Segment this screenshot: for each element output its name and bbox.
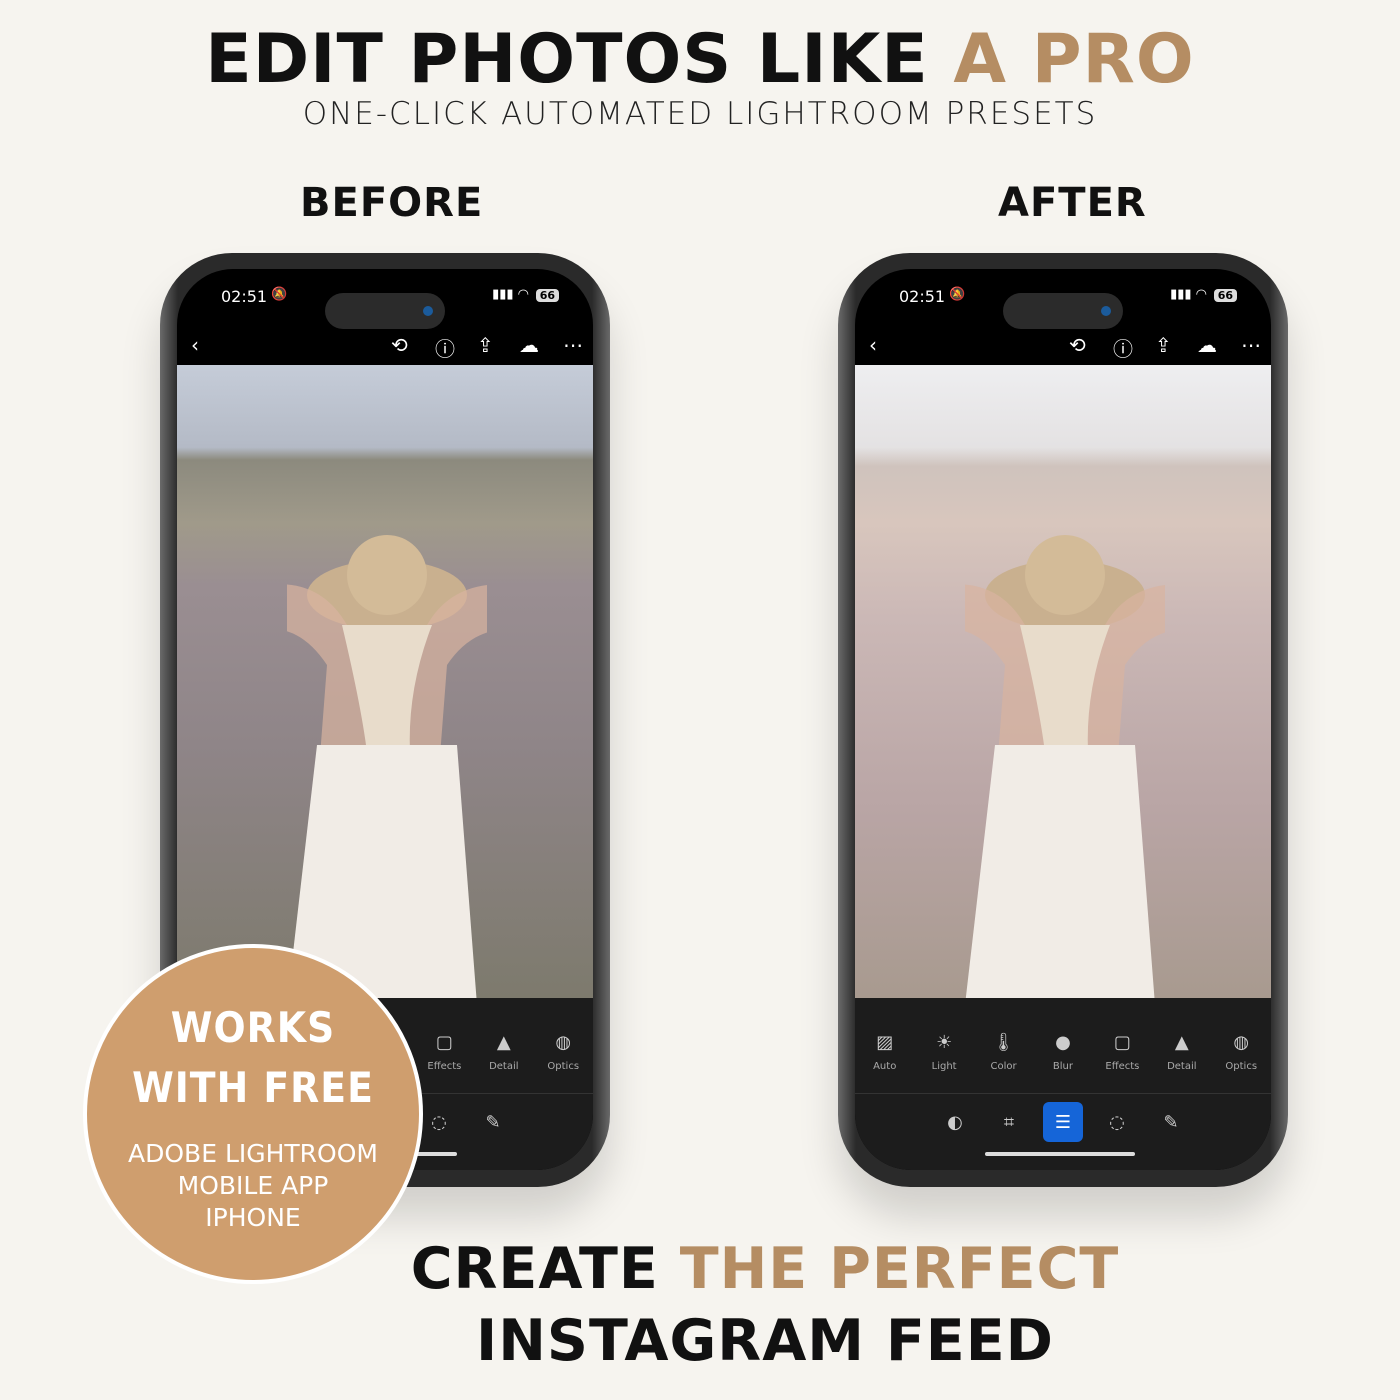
tool-optics[interactable]: ◍ Optics bbox=[1212, 1024, 1271, 1093]
tool-label: Optics bbox=[547, 1061, 580, 1072]
camera-icon bbox=[423, 306, 433, 316]
badge-line-5: IPHONE bbox=[205, 1203, 301, 1232]
signal-wifi-icon: ▮▮▮ ◠ bbox=[492, 287, 529, 302]
cloud-sync-icon[interactable]: ☁ bbox=[519, 333, 539, 357]
footer-text: CREATE bbox=[410, 1236, 680, 1302]
effects-icon: ▢ bbox=[1113, 1032, 1131, 1053]
masking-icon[interactable]: ◌ bbox=[1097, 1102, 1137, 1142]
badge-line-4: MOBILE APP bbox=[177, 1171, 329, 1200]
tool-label: Effects bbox=[1105, 1061, 1140, 1072]
tool-optics[interactable]: ◍ Optics bbox=[534, 1024, 593, 1093]
lightroom-toolbar: ‹ ⟲ ⓘ ⇪ ☁ ⋯ bbox=[855, 331, 1271, 367]
battery-indicator: 66 bbox=[1213, 289, 1237, 302]
sun-icon: ☀ bbox=[936, 1032, 953, 1053]
subtitle: ONE-CLICK AUTOMATED LIGHTROOM PRESETS bbox=[302, 96, 1098, 132]
effects-icon: ▢ bbox=[435, 1032, 453, 1053]
photo-preview bbox=[855, 365, 1271, 1005]
help-icon[interactable]: ⓘ bbox=[435, 333, 455, 362]
tool-auto[interactable]: ▨ Auto bbox=[855, 1024, 914, 1093]
crop-icon[interactable]: ⌗ bbox=[989, 1102, 1029, 1142]
help-icon[interactable]: ⓘ bbox=[1113, 333, 1133, 362]
tool-label: Blur bbox=[1052, 1061, 1074, 1072]
signal-wifi-icon: ▮▮▮ ◠ bbox=[1170, 287, 1207, 302]
woman-in-hat-image bbox=[287, 535, 487, 1005]
badge-line-2: WITH FREE bbox=[132, 1063, 374, 1112]
compatibility-badge: WORKS WITH FREE ADOBE LIGHTROOM MOBILE A… bbox=[83, 944, 423, 1284]
photo-preview bbox=[177, 365, 593, 1005]
tool-row: ▨ Auto ☀ Light 🌡 Color ● Blur ▢ Effects ▲ Detail ◍ Op… bbox=[855, 1024, 1271, 1094]
triangle-icon: ▲ bbox=[496, 1032, 511, 1053]
footer-line-1: CREATE THE PERFECT bbox=[300, 1236, 1230, 1302]
back-icon[interactable]: ‹ bbox=[191, 333, 199, 357]
camera-icon bbox=[1101, 306, 1111, 316]
status-bar: 02:51 🔕 ▮▮▮ ◠ 66 bbox=[177, 283, 593, 329]
tool-color[interactable]: 🌡 Color bbox=[974, 1024, 1033, 1093]
more-icon[interactable]: ⋯ bbox=[1241, 333, 1261, 357]
status-time: 02:51 bbox=[221, 287, 268, 306]
footer-accent: THE PERFECT bbox=[679, 1236, 1120, 1302]
lens-icon: ◍ bbox=[1233, 1032, 1250, 1053]
history-icon[interactable]: ⟲ bbox=[1069, 333, 1086, 357]
tool-light[interactable]: ☀ Light bbox=[914, 1024, 973, 1093]
tool-label: Effects bbox=[427, 1061, 462, 1072]
tool-blur[interactable]: ● Blur bbox=[1033, 1024, 1092, 1093]
presets-icon[interactable]: ◐ bbox=[935, 1102, 975, 1142]
after-label: AFTER bbox=[998, 180, 1147, 226]
back-icon[interactable]: ‹ bbox=[869, 333, 877, 357]
mute-icon: 🔕 bbox=[271, 287, 288, 302]
share-icon[interactable]: ⇪ bbox=[1155, 333, 1172, 357]
edit-panel: ▨ Auto ☀ Light 🌡 Color ● Blur ▢ Effects ▲ Detail ◍ Op… bbox=[855, 998, 1271, 1170]
status-time: 02:51 bbox=[899, 287, 946, 306]
battery-indicator: 66 bbox=[535, 289, 559, 302]
dynamic-island bbox=[1003, 293, 1123, 329]
more-icon[interactable]: ⋯ bbox=[563, 333, 583, 357]
cloud-sync-icon[interactable]: ☁ bbox=[1197, 333, 1217, 357]
tool-label: Color bbox=[990, 1061, 1017, 1072]
tool-label: Auto bbox=[873, 1061, 897, 1072]
healing-icon[interactable]: ✎ bbox=[1151, 1102, 1191, 1142]
tool-label: Detail bbox=[489, 1061, 519, 1072]
history-icon[interactable]: ⟲ bbox=[391, 333, 408, 357]
tool-label: Detail bbox=[1167, 1061, 1197, 1072]
status-bar: 02:51 🔕 ▮▮▮ ◠ 66 bbox=[855, 283, 1271, 329]
phone-screen: 02:51 🔕 ▮▮▮ ◠ 66 ‹ ⟲ ⓘ ⇪ ☁ ⋯ ▨ Auto ☀ Light… bbox=[855, 269, 1271, 1170]
drop-icon: ● bbox=[1055, 1032, 1071, 1053]
mode-row: ◐ ⌗ ☰ ◌ ✎ bbox=[855, 1102, 1271, 1142]
share-icon[interactable]: ⇪ bbox=[477, 333, 494, 357]
masking-icon[interactable]: ◌ bbox=[419, 1102, 459, 1142]
phone-after: 02:51 🔕 ▮▮▮ ◠ 66 ‹ ⟲ ⓘ ⇪ ☁ ⋯ ▨ Auto ☀ Light… bbox=[838, 253, 1288, 1187]
tool-detail[interactable]: ▲ Detail bbox=[1152, 1024, 1211, 1093]
tool-effects[interactable]: ▢ Effects bbox=[1093, 1024, 1152, 1093]
dynamic-island bbox=[325, 293, 445, 329]
footer-line-2: INSTAGRAM FEED bbox=[475, 1308, 1055, 1374]
home-indicator bbox=[985, 1152, 1135, 1156]
lens-icon: ◍ bbox=[555, 1032, 572, 1053]
headline: EDIT PHOTOS LIKE A PRO bbox=[0, 22, 1400, 98]
badge-line-1: WORKS bbox=[170, 1003, 336, 1052]
tool-label: Optics bbox=[1225, 1061, 1258, 1072]
headline-main: EDIT PHOTOS LIKE bbox=[205, 20, 954, 99]
before-label: BEFORE bbox=[300, 180, 484, 226]
badge-line-3: ADOBE LIGHTROOM bbox=[128, 1139, 378, 1168]
tool-effects[interactable]: ▢ Effects bbox=[415, 1024, 474, 1093]
edit-sliders-icon[interactable]: ☰ bbox=[1043, 1102, 1083, 1142]
triangle-icon: ▲ bbox=[1174, 1032, 1189, 1053]
mute-icon: 🔕 bbox=[949, 287, 966, 302]
woman-in-hat-image bbox=[965, 535, 1165, 1005]
lightroom-toolbar: ‹ ⟲ ⓘ ⇪ ☁ ⋯ bbox=[177, 331, 593, 367]
tool-label: Light bbox=[931, 1061, 957, 1072]
tool-detail[interactable]: ▲ Detail bbox=[474, 1024, 533, 1093]
headline-accent: A PRO bbox=[953, 20, 1195, 99]
auto-icon: ▨ bbox=[876, 1032, 894, 1053]
healing-icon[interactable]: ✎ bbox=[473, 1102, 513, 1142]
thermometer-icon: 🌡 bbox=[992, 1032, 1015, 1053]
